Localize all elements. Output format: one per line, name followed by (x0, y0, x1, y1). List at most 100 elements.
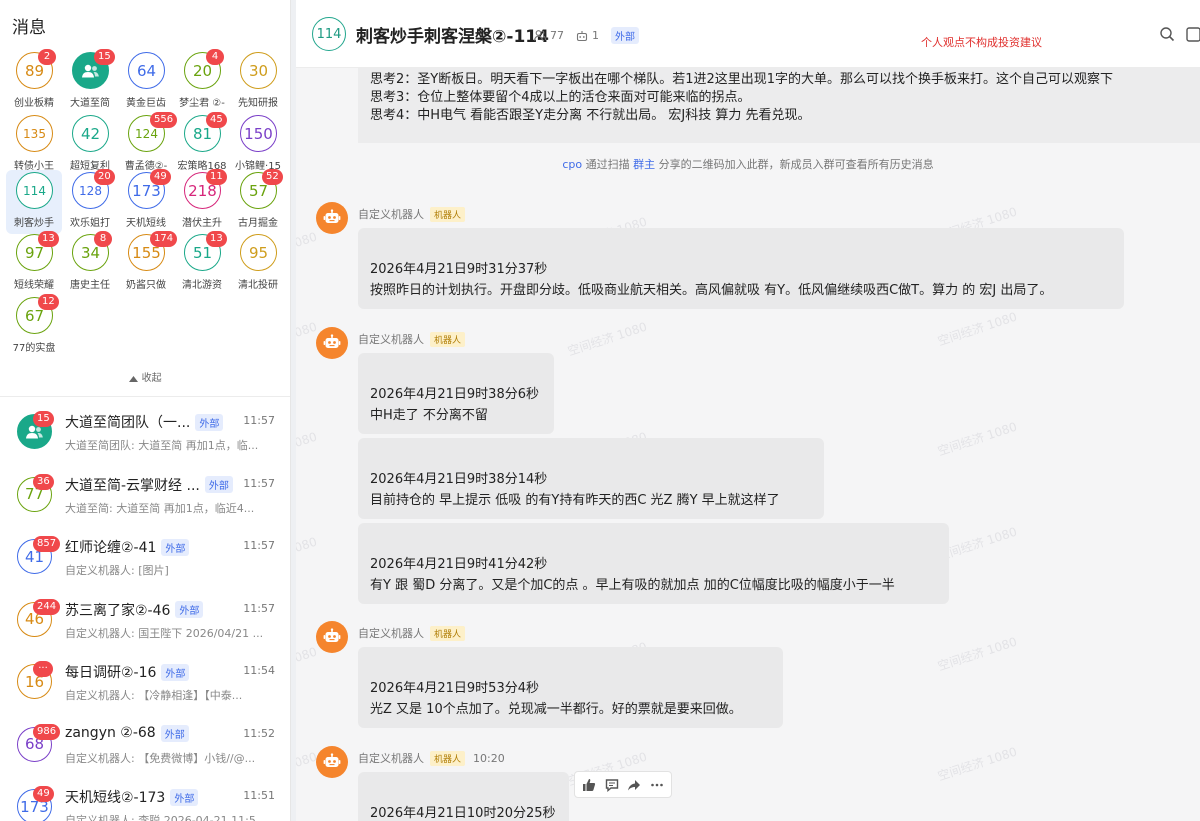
system-user-link[interactable]: cpo (562, 158, 582, 171)
pinned-group-item[interactable]: 51 13 清北游资 (174, 231, 230, 294)
external-tag: 外部 (160, 724, 189, 742)
pinned-group-item[interactable]: 218 11 潜伏主升 (174, 169, 230, 232)
message-line: 2026年4月21日9时38分6秒 (370, 387, 539, 402)
members-icon (534, 30, 546, 41)
pinned-group-item[interactable]: 42 超短复利 (62, 115, 118, 175)
group-label: 奶酱只做 (126, 280, 166, 291)
conversation-name: 大道至简团队（一... (65, 415, 191, 431)
unread-badge: 244 (33, 598, 61, 615)
pinned-group-item[interactable]: 124 556 曹孟德②- (118, 112, 178, 175)
system-owner-link[interactable]: 群主 (633, 158, 655, 171)
external-tag: 外部 (611, 27, 639, 44)
group-avatar: 114 (16, 172, 53, 209)
group-avatar: 64 (128, 52, 165, 89)
conversation-item[interactable]: 41 857 红师论缠②-41 外部 11:57 自定义机器人: [图片] (0, 527, 290, 589)
conversation-time: 11:52 (243, 726, 275, 740)
chat-header: 114 刺客炒手刺客涅槃②-114 77 1 外部 个人观点不构成投资建议 (296, 0, 1200, 68)
unread-badge: 15 (33, 411, 54, 427)
unread-badge: 49 (33, 786, 54, 802)
conversation-item[interactable]: 46 244 苏三离了家②-46 外部 11:57 自定义机器人: 国王陛下 2026/0… (0, 590, 290, 652)
conversation-preview: 大道至简: 大道至简 再加1点，临近4... (65, 501, 255, 515)
sender-name[interactable]: 自定义机器人 (358, 331, 424, 347)
collapse-button[interactable]: 收起 (0, 369, 290, 384)
pinned-group-item[interactable]: 64 黄金巨齿 (118, 52, 174, 112)
pinned-group-item[interactable]: 135 转债小王 (6, 115, 62, 175)
pinned-group-item[interactable]: 81 45 宏策略168 (174, 112, 230, 175)
pinned-group-item[interactable]: 95 清北投研 (230, 234, 286, 294)
search-icon[interactable] (1159, 26, 1175, 46)
conversation-item[interactable]: 16 ··· 每日调研②-16 外部 11:54 自定义机器人: 【冷静相逢】【中泰... (0, 652, 290, 714)
pinned-group-item[interactable]: 20 4 梦尘君 ②- (174, 49, 230, 112)
pinned-group-item[interactable]: 173 49 天机短线 (118, 169, 174, 232)
group-avatar: 135 (16, 115, 53, 152)
more-icon[interactable] (647, 775, 667, 795)
message-line: 有Y 跟 蜀D 分离了。又是个加C的点 。早上有吸的就加点 加的C位幅度比吸的幅… (370, 578, 895, 593)
pinned-group-item[interactable]: 155 174 奶酱只做 (118, 231, 178, 294)
conversation-title: 天机短线②-173 外部 (65, 787, 240, 807)
caret-up-icon (129, 375, 139, 382)
watermark-text: 空间经济 1080 (936, 634, 1019, 674)
pinned-group-item[interactable]: 34 8 唐史主任 (62, 231, 118, 294)
system-message: cpo 通过扫描 群主 分享的二维码加入此群，新成员入群可查看所有历史消息 (296, 156, 1200, 172)
pinned-group-item[interactable]: 114 刺客炒手 (6, 170, 62, 234)
comment-icon[interactable] (602, 775, 622, 795)
watermark-text: 空间经济 1080 (936, 309, 1019, 349)
pinned-group-item[interactable]: 89 2 创业板精 (6, 49, 62, 112)
sender-name[interactable]: 自定义机器人 (358, 750, 424, 766)
message-line: 2026年4月21日9时41分42秒 (370, 557, 548, 572)
forward-icon[interactable] (624, 775, 644, 795)
pinned-group-item[interactable]: 150 小锦鲤·15 (230, 115, 286, 175)
unread-badge: ··· (33, 661, 53, 677)
thumbs-up-icon[interactable] (579, 775, 599, 795)
unread-badge: 8 (94, 231, 112, 247)
conversation-name: 红师论缠②-41 (65, 540, 157, 556)
message-bubble[interactable]: 2026年4月21日10时20分25秒 (358, 772, 569, 821)
robot-avatar[interactable] (316, 327, 348, 359)
pinned-group-item[interactable]: 128 20 欢乐姐打 (62, 169, 118, 232)
conversation-preview: 自定义机器人: 【免费微博】小钱//@... (65, 751, 256, 765)
message-bubble[interactable]: 2026年4月21日9时38分6秒 中H走了 不分离不留 (358, 353, 554, 434)
message-bubble[interactable]: 2026年4月21日9时38分14秒 目前持仓的 早上提示 低吸 的有Y持有昨天的… (358, 438, 824, 519)
conversation-item[interactable]: 77 36 大道至简-云掌财经 ... 外部 11:57 大道至简: 大道至简 再加1点，… (0, 465, 290, 527)
unread-badge: 20 (94, 169, 115, 185)
group-title[interactable]: 刺客炒手刺客涅槃②-114 (356, 22, 549, 47)
conversation-preview: 自定义机器人: 【冷静相逢】【中泰... (65, 689, 243, 702)
message-bubble[interactable]: 2026年4月21日9时53分4秒 光Z 又是 10个点加了。兑现减一半都行。好的… (358, 647, 783, 728)
robot-avatar[interactable] (316, 746, 348, 778)
conversation-name: zangyn ②-68 (65, 725, 156, 741)
conversation-item[interactable]: 173 49 天机短线②-173 外部 11:51 自定义机器人: 李聪 2026-04-… (0, 777, 290, 821)
pinned-group-item[interactable]: 57 52 古月掘金 (230, 169, 286, 232)
sender-name[interactable]: 自定义机器人 (358, 206, 424, 222)
window-icon[interactable] (1186, 26, 1200, 46)
robot-avatar[interactable] (316, 621, 348, 653)
group-avatar[interactable]: 114 (312, 17, 346, 51)
robot-avatar[interactable] (316, 202, 348, 234)
quote-line: 思考2：圣Y断板日。明天看下一字板出在哪个梯队。若1进2这里出现1字的大单。那么… (370, 72, 1114, 87)
message-line: 2026年4月21日10时20分25秒 (370, 806, 556, 821)
group-label: 欢乐姐打 (70, 218, 110, 229)
quote-line: 思考3：仓位上整体要留个4成以上的活仓来面对可能来临的拐点。 (370, 90, 751, 105)
group-avatar: 95 (240, 234, 277, 271)
message-sender: 自定义机器人 机器人 (358, 206, 466, 222)
conversation-preview: 自定义机器人: 国王陛下 2026/04/21 ... (65, 626, 264, 640)
chat-app: 消息 89 2 创业板精 15 大道至简 64 黄金巨齿 20 4 梦尘君 ②- 30 先知研报 135… (0, 0, 1200, 821)
pinned-group-item[interactable]: 30 先知研报 (230, 52, 286, 112)
watermark-text: 空间经济 1080 (296, 749, 319, 789)
message-bubble[interactable]: 2026年4月21日9时31分37秒 按照昨日的计划执行。开盘即分歧。低吸商业航天… (358, 228, 1124, 309)
sender-name[interactable]: 自定义机器人 (358, 625, 424, 641)
watermark-text: 空间经济 1080 (296, 429, 319, 469)
unread-badge: 12 (38, 294, 59, 310)
conversation-item[interactable]: 15 大道至简团队（一... 外部 11:57 大道至简团队: 大道至简 再加1点，临.… (0, 402, 290, 464)
watermark-text: 空间经济 1080 (296, 229, 319, 269)
conversation-item[interactable]: 68 986 zangyn ②-68 外部 11:52 自定义机器人: 【免费微博】小钱/… (0, 715, 290, 777)
pinned-group-item[interactable]: 67 12 77的实盘 (6, 294, 62, 357)
bot-count: 1 (592, 29, 599, 42)
chat-panel: 空间经济 1080 空间经济 1080 空间经济 1080 空间经济 1080 空间经济… (296, 0, 1200, 821)
pinned-group-item[interactable]: 97 13 短线荣耀 (6, 231, 62, 294)
conversation-title: 大道至简-云掌财经 ... 外部 (65, 475, 240, 495)
conversation-time: 11:54 (243, 664, 275, 677)
group-label: 大道至简 (70, 98, 110, 109)
pinned-group-item[interactable]: 15 大道至简 (62, 49, 118, 112)
message-bubble[interactable]: 2026年4月21日9时41分42秒有Y 跟 蜀D 分离了。又是个加C的点 。早… (358, 523, 949, 604)
conversation-title: 大道至简团队（一... 外部 (65, 412, 240, 432)
